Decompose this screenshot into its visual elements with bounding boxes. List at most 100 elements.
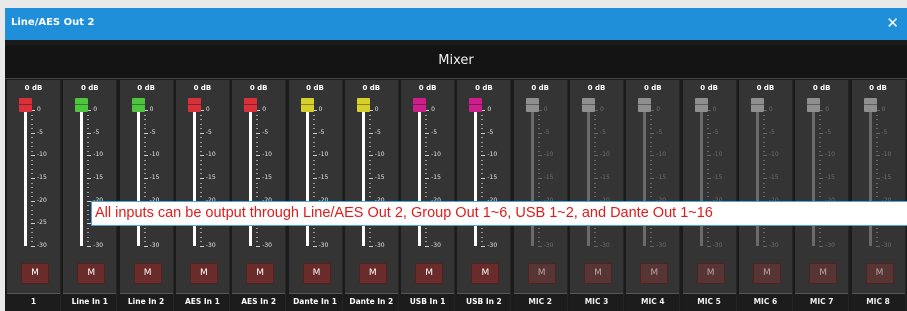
- channel-strip: 0 dB0-5-10-15-20-25-30MUSB In 1: [401, 80, 456, 311]
- mute-button[interactable]: M: [527, 263, 556, 284]
- scale-tick: [594, 123, 596, 125]
- gain-readout: 0 dB: [80, 84, 99, 92]
- scale-tick: [594, 146, 596, 148]
- mute-button[interactable]: M: [809, 263, 838, 284]
- mute-button[interactable]: M: [584, 263, 612, 284]
- mute-button[interactable]: M: [415, 263, 444, 284]
- scale-tick: [87, 232, 90, 234]
- info-annotation: All inputs can be output through Line/AE…: [91, 201, 907, 226]
- fader-knob[interactable]: [863, 98, 877, 112]
- scale-label: -30: [431, 242, 441, 249]
- fader-knob[interactable]: [638, 98, 652, 112]
- fader-track[interactable]: [24, 110, 27, 246]
- scale-tick: [199, 168, 202, 170]
- close-icon[interactable]: ✕: [886, 14, 899, 32]
- scale-tick: [762, 173, 765, 175]
- scale-tick: [650, 141, 653, 143]
- scale-tick: [537, 196, 540, 198]
- scale-tick: [819, 241, 822, 243]
- scale-label: 0: [93, 106, 98, 113]
- gain-readout: 0 dB: [756, 84, 775, 92]
- scale-label: -30: [768, 242, 779, 249]
- scale-tick: [537, 191, 540, 193]
- scale-tick: [481, 128, 484, 130]
- mute-button[interactable]: M: [358, 263, 387, 284]
- mute-button[interactable]: M: [752, 263, 781, 284]
- scale-tick: [312, 178, 317, 179]
- scale-tick: [762, 146, 765, 148]
- scale-label: -10: [881, 151, 892, 159]
- scale-tick: [31, 214, 33, 216]
- scale-tick: [312, 232, 315, 234]
- scale-tick: [762, 123, 765, 125]
- fader-knob[interactable]: [244, 98, 258, 112]
- scale-tick: [199, 150, 202, 152]
- fader-knob[interactable]: [356, 98, 370, 112]
- fader-knob[interactable]: [300, 98, 314, 112]
- mute-button[interactable]: M: [21, 263, 49, 284]
- scale-tick: [481, 168, 484, 170]
- fader-knob[interactable]: [582, 98, 595, 112]
- scale-tick: [199, 236, 202, 238]
- scale-tick: [256, 236, 259, 238]
- gain-readout: 0 dB: [24, 84, 43, 92]
- scale-label: -15: [600, 174, 610, 181]
- scale-tick: [87, 241, 90, 243]
- fader-knob[interactable]: [187, 98, 201, 112]
- scale-tick: [706, 178, 711, 179]
- fader-knob[interactable]: [694, 98, 708, 112]
- scale-tick: [256, 164, 259, 166]
- scale-tick: [31, 236, 33, 238]
- fader-knob[interactable]: [75, 98, 89, 112]
- scale-tick: [368, 123, 371, 125]
- scale-label: -15: [149, 174, 160, 181]
- mute-button[interactable]: M: [246, 263, 275, 284]
- mute-button[interactable]: M: [302, 263, 331, 284]
- channel-name: Dante In 2: [344, 293, 398, 311]
- scale-tick: [762, 191, 765, 193]
- scale-tick: [256, 128, 259, 130]
- fader-knob[interactable]: [525, 98, 539, 112]
- channel-name: 1: [7, 293, 60, 311]
- fader-knob[interactable]: [750, 98, 764, 112]
- scale-tick: [87, 182, 90, 184]
- fader-scale: 0-5-10-15-20-25-30: [481, 107, 507, 249]
- scale-tick: [368, 227, 371, 229]
- scale-tick: [143, 119, 146, 121]
- scale-tick: [31, 200, 35, 202]
- scale-tick: [819, 150, 822, 152]
- scale-tick: [650, 123, 653, 125]
- scale-tick: [199, 114, 202, 116]
- scale-tick: [87, 155, 92, 157]
- fader-knob[interactable]: [19, 98, 32, 112]
- scale-label: -5: [431, 128, 438, 136]
- scale-tick: [819, 236, 822, 238]
- scale-label: -15: [825, 174, 835, 181]
- fader-track[interactable]: [80, 110, 84, 246]
- fader-knob[interactable]: [131, 98, 145, 112]
- mute-button[interactable]: M: [696, 263, 725, 284]
- scale-tick: [256, 178, 261, 179]
- mute-button[interactable]: M: [865, 263, 894, 284]
- fader-knob[interactable]: [807, 98, 821, 112]
- scale-tick: [368, 141, 371, 143]
- mute-button[interactable]: M: [77, 263, 106, 284]
- scale-tick: [537, 236, 540, 238]
- mute-button[interactable]: M: [640, 263, 669, 284]
- mute-button[interactable]: M: [133, 263, 162, 284]
- scale-tick: [31, 173, 33, 175]
- fader-knob[interactable]: [413, 98, 427, 112]
- scale-tick: [594, 182, 596, 184]
- scale-tick: [368, 187, 371, 189]
- scale-tick: [31, 132, 35, 134]
- scale-tick: [706, 137, 709, 139]
- mute-button[interactable]: M: [471, 263, 500, 284]
- scale-tick: [650, 150, 653, 152]
- fader-knob[interactable]: [469, 98, 483, 112]
- scale-tick: [537, 178, 542, 179]
- scale-tick: [368, 137, 371, 139]
- scale-tick: [368, 232, 371, 234]
- mute-button[interactable]: M: [189, 263, 218, 284]
- scale-tick: [594, 128, 596, 130]
- scale-tick: [481, 119, 484, 121]
